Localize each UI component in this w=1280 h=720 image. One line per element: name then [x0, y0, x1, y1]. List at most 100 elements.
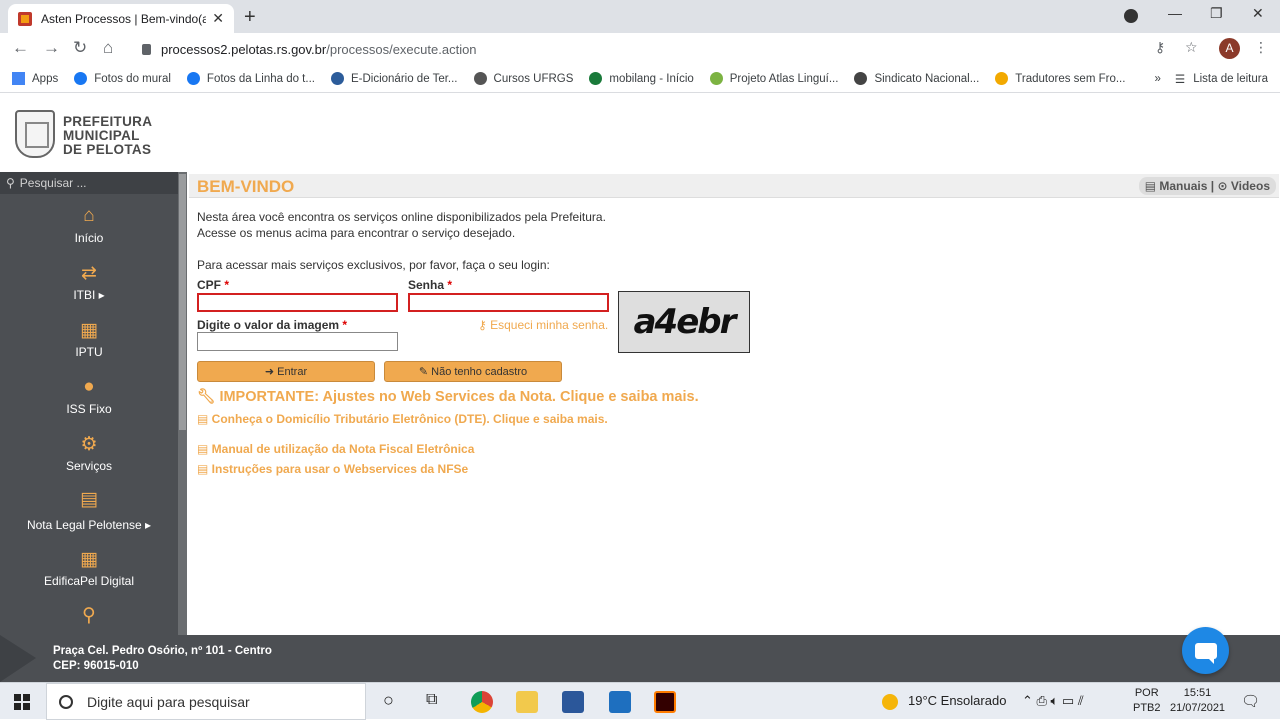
illustrator-icon[interactable] — [654, 691, 676, 713]
required-mark: * — [342, 318, 348, 332]
bookmark-tradutores[interactable]: Tradutores sem Fro... — [995, 72, 1125, 85]
sidebar-item-iss-fixo[interactable]: ● ISS Fixo — [0, 376, 178, 416]
bookmark-projeto-atlas[interactable]: Projeto Atlas Linguí... — [709, 72, 838, 85]
bookmark-cursos-ufrgs[interactable]: Cursos UFRGS — [473, 72, 574, 85]
sidebar-item-iptu[interactable]: ▦ IPTU — [0, 319, 178, 359]
book-icon: ▤ — [197, 412, 212, 426]
address-bar[interactable]: processos2.pelotas.rs.gov.br /processos/… — [130, 36, 1210, 62]
windows-start-icon[interactable] — [14, 694, 30, 710]
chat-icon — [1194, 642, 1217, 664]
task-view-icon[interactable]: ⧉ — [426, 691, 437, 709]
menu-dots-icon[interactable]: ⋮ — [1254, 39, 1268, 56]
forward-icon[interactable]: → — [43, 38, 60, 58]
notifications-icon[interactable]: 🗨︎ — [1241, 692, 1260, 710]
browser-tab[interactable]: Asten Processos | Bem-vindo(a) ✕ — [8, 4, 234, 33]
file-explorer-icon[interactable] — [516, 691, 538, 713]
sidebar-scrollbar[interactable] — [178, 172, 187, 635]
important-link[interactable]: 🔧︎ IMPORTANTE: Ajustes no Web Services d… — [197, 388, 699, 405]
sidebar-search[interactable]: ⚲ Pesquisar ... — [0, 172, 187, 194]
reload-icon[interactable]: ↻ — [73, 38, 87, 58]
bookmark-label: Cursos UFRGS — [493, 72, 574, 85]
reading-list-label[interactable]: Lista de leitura — [1193, 73, 1268, 85]
important-text: IMPORTANTE: Ajustes no Web Services da N… — [219, 389, 699, 405]
captcha-label-text: Digite o valor da imagem — [197, 318, 340, 332]
taskbar-search[interactable]: Digite aqui para pesquisar — [46, 683, 366, 720]
clock[interactable]: 15:51 21/07/2021 — [1170, 686, 1225, 716]
reading-list-icon[interactable]: ☰ — [1175, 72, 1185, 86]
nao-tenho-cadastro-button[interactable]: ✎ Não tenho cadastro — [384, 361, 562, 382]
dte-link[interactable]: ▤ Conheça o Domicílio Tributário Eletrôn… — [197, 412, 608, 426]
instructions-nfse-text: Instruções para usar o Webservices da NF… — [211, 462, 469, 476]
chrome-account-icon[interactable] — [1124, 9, 1138, 23]
address-line: CEP: 96015-010 — [53, 660, 139, 672]
maximize-button[interactable]: ❐ — [1210, 5, 1223, 22]
bookmark-label: Fotos do mural — [94, 72, 171, 85]
cpf-label: CPF * — [197, 278, 229, 292]
manual-nfe-link[interactable]: ▤ Manual de utilização da Nota Fiscal El… — [197, 442, 474, 456]
bookmark-fotos-mural[interactable]: Fotos do mural — [74, 72, 171, 85]
search-icon: ⚲ — [6, 176, 15, 190]
bookmark-label: mobilang - Início — [609, 72, 694, 85]
language-indicator[interactable]: POR PTB2 — [1133, 686, 1161, 716]
videos-link[interactable]: Videos — [1231, 179, 1270, 193]
key-icon[interactable]: ⚷ — [1155, 39, 1165, 56]
forgot-password-link[interactable]: ⚷ Esqueci minha senha. — [478, 318, 608, 332]
manuais-link[interactable]: Manuais — [1159, 179, 1207, 193]
back-icon[interactable]: ← — [12, 38, 29, 58]
tab-close-icon[interactable]: ✕ — [212, 10, 224, 27]
book-icon: ▤ — [197, 462, 212, 476]
city-crest-logo — [15, 110, 55, 158]
entrar-button[interactable]: ➜ Entrar — [197, 361, 375, 382]
profile-avatar[interactable]: A — [1219, 38, 1240, 59]
browser-toolbar: ← → ↻ ⌂ processos2.pelotas.rs.gov.br /pr… — [0, 33, 1280, 65]
tab-title: Asten Processos | Bem-vindo(a) — [41, 11, 207, 26]
sidebar-item-nota-legal[interactable]: ▤ Nota Legal Pelotense ▸ — [0, 488, 178, 532]
city-brand[interactable]: PREFEITURA MUNICIPAL DE PELOTAS — [63, 115, 152, 157]
address-line: Praça Cel. Pedro Osório, nº 101 - Centro — [53, 645, 272, 657]
bookmark-star-icon[interactable]: ☆ — [1185, 39, 1198, 56]
senha-label-text: Senha — [408, 278, 445, 292]
bookmark-label: Sindicato Nacional... — [874, 72, 980, 85]
word-icon[interactable] — [562, 691, 584, 713]
instructions-nfse-link[interactable]: ▤ Instruções para usar o Webservices da … — [197, 462, 468, 476]
home-icon[interactable]: ⌂ — [103, 38, 113, 58]
bookmarks-more-button[interactable]: » — [1154, 73, 1160, 85]
bookmark-edicionario[interactable]: E-Dicionário de Ter... — [330, 72, 458, 85]
senha-label: Senha * — [408, 278, 452, 292]
bookmark-label: Tradutores sem Fro... — [1015, 72, 1126, 85]
sidebar-item-inicio[interactable]: ⌂ Início — [0, 205, 178, 245]
weather-text[interactable]: 19°C Ensolarado — [908, 693, 1006, 708]
tray-icons[interactable]: ⌃ ⎙ 🔈︎ ▭ ⫽ — [1022, 693, 1084, 709]
play-icon: ⊙ — [1217, 179, 1228, 193]
sidebar-item-label: Início — [74, 231, 104, 245]
sidebar-item-label: EdificaPel Digital — [43, 574, 135, 588]
scrollbar-thumb[interactable] — [179, 174, 186, 430]
page-title: BEM-VINDO — [197, 177, 295, 196]
close-window-button[interactable]: ✕ — [1252, 5, 1264, 22]
chat-button[interactable] — [1182, 627, 1229, 674]
bookmark-fotos-linha[interactable]: Fotos da Linha do t... — [186, 72, 315, 85]
captcha-image: a4ebr — [618, 291, 750, 353]
bookmark-sindicato[interactable]: Sindicato Nacional... — [854, 72, 979, 85]
brand-line: MUNICIPAL — [63, 128, 140, 143]
sidebar-item-servicos[interactable]: ⚙ Serviços — [0, 433, 178, 473]
cpf-input[interactable] — [197, 293, 398, 312]
captcha-label: Digite o valor da imagem * — [197, 318, 347, 332]
captcha-input[interactable] — [197, 332, 398, 351]
minimize-button[interactable]: — — [1168, 5, 1182, 21]
building-icon: ▦ — [80, 320, 98, 341]
sidebar-item-edificapel[interactable]: ▦ EdificaPel Digital — [0, 548, 178, 588]
sidebar-item-consulta[interactable]: ⚲ — [0, 604, 178, 630]
sidebar-item-itbi[interactable]: ⇄ ITBI ▸ — [0, 262, 178, 302]
bookmark-apps[interactable]: Apps — [12, 72, 58, 85]
photos-icon[interactable] — [609, 691, 631, 713]
new-tab-button[interactable]: + — [244, 6, 256, 29]
chrome-icon[interactable] — [471, 691, 493, 713]
cortana-icon[interactable]: ○ — [383, 690, 394, 711]
senha-input[interactable] — [408, 293, 609, 312]
apps-grid-icon — [12, 72, 25, 85]
bookmark-yellow-icon — [995, 72, 1009, 85]
bookmark-mobilang[interactable]: mobilang - Início — [589, 72, 694, 85]
browser-tab-bar: Asten Processos | Bem-vindo(a) ✕ + — ❐ ✕ — [0, 0, 1280, 33]
required-mark: * — [224, 278, 230, 292]
